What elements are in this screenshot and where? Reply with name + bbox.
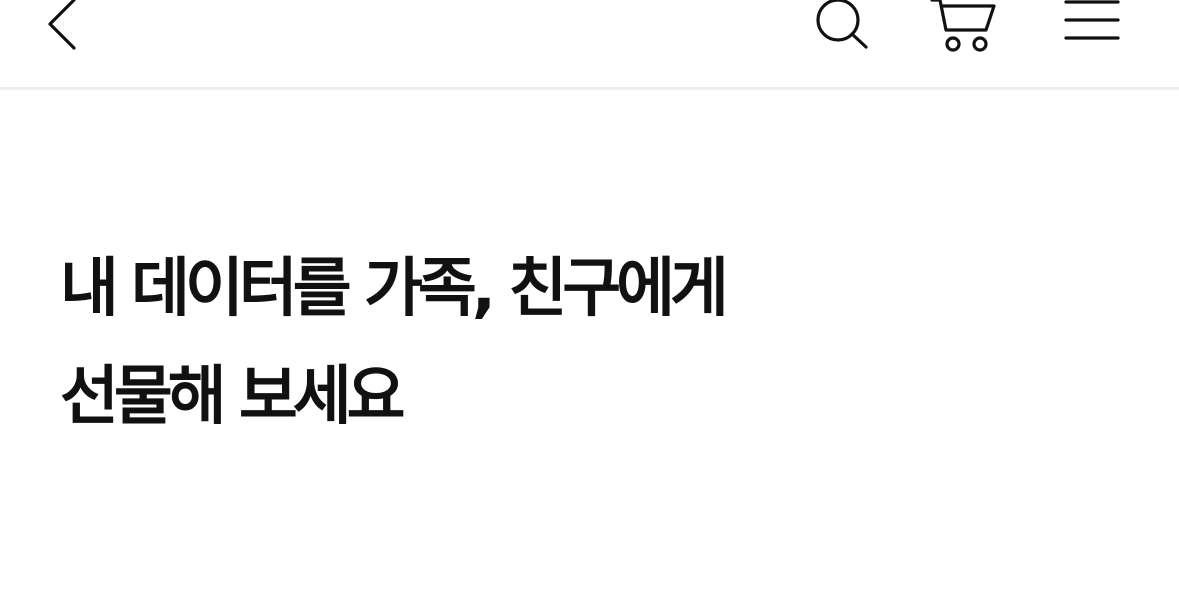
page-title-line-2: 선물해 보세요 [60,360,406,434]
chevron-left-icon [48,0,76,50]
search-button[interactable] [810,0,872,52]
cart-icon [930,0,996,52]
menu-button[interactable] [1060,0,1124,44]
app-root: 내 데이터를 가족, 친구에게 선물해 보세요 [0,0,1179,601]
page-title: 내 데이터를 가족, 친구에게 선물해 보세요 [60,235,729,451]
cart-button[interactable] [928,0,1000,56]
page-title-line-1: 내 데이터를 가족, 친구에게 [60,252,729,326]
search-icon [816,0,868,49]
back-button[interactable] [42,0,82,52]
top-navigation-bar [0,0,1179,90]
hamburger-menu-icon [1064,0,1120,40]
